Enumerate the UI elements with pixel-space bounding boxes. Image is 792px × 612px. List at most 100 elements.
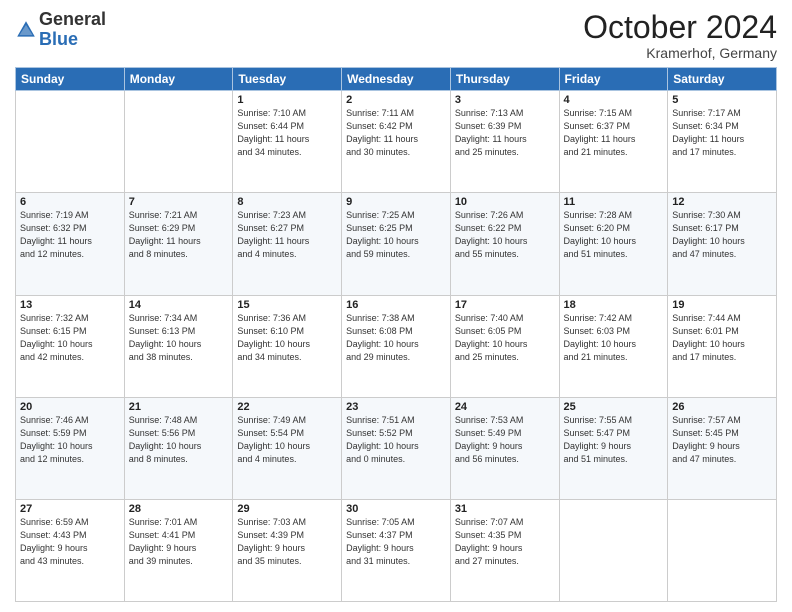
calendar-cell: 31Sunrise: 7:07 AM Sunset: 4:35 PM Dayli… (450, 499, 559, 601)
calendar-cell (668, 499, 777, 601)
day-number: 13 (20, 299, 120, 311)
calendar-cell (124, 91, 233, 193)
day-number: 21 (129, 401, 229, 413)
day-info: Sunrise: 6:59 AM Sunset: 4:43 PM Dayligh… (20, 516, 120, 568)
logo-blue: Blue (39, 29, 78, 49)
calendar-cell: 13Sunrise: 7:32 AM Sunset: 6:15 PM Dayli… (16, 295, 125, 397)
day-number: 1 (237, 94, 337, 106)
calendar-cell: 29Sunrise: 7:03 AM Sunset: 4:39 PM Dayli… (233, 499, 342, 601)
col-thursday: Thursday (450, 68, 559, 91)
title-block: October 2024 Kramerhof, Germany (583, 10, 777, 61)
calendar-week-3: 20Sunrise: 7:46 AM Sunset: 5:59 PM Dayli… (16, 397, 777, 499)
day-info: Sunrise: 7:01 AM Sunset: 4:41 PM Dayligh… (129, 516, 229, 568)
calendar-cell: 26Sunrise: 7:57 AM Sunset: 5:45 PM Dayli… (668, 397, 777, 499)
calendar-cell: 17Sunrise: 7:40 AM Sunset: 6:05 PM Dayli… (450, 295, 559, 397)
calendar-table: Sunday Monday Tuesday Wednesday Thursday… (15, 67, 777, 602)
calendar-week-2: 13Sunrise: 7:32 AM Sunset: 6:15 PM Dayli… (16, 295, 777, 397)
day-number: 15 (237, 299, 337, 311)
calendar-cell: 15Sunrise: 7:36 AM Sunset: 6:10 PM Dayli… (233, 295, 342, 397)
day-info: Sunrise: 7:48 AM Sunset: 5:56 PM Dayligh… (129, 414, 229, 466)
day-info: Sunrise: 7:17 AM Sunset: 6:34 PM Dayligh… (672, 107, 772, 159)
day-number: 20 (20, 401, 120, 413)
day-info: Sunrise: 7:49 AM Sunset: 5:54 PM Dayligh… (237, 414, 337, 466)
calendar-week-4: 27Sunrise: 6:59 AM Sunset: 4:43 PM Dayli… (16, 499, 777, 601)
day-number: 8 (237, 196, 337, 208)
calendar-cell: 18Sunrise: 7:42 AM Sunset: 6:03 PM Dayli… (559, 295, 668, 397)
day-info: Sunrise: 7:23 AM Sunset: 6:27 PM Dayligh… (237, 209, 337, 261)
day-info: Sunrise: 7:36 AM Sunset: 6:10 PM Dayligh… (237, 312, 337, 364)
calendar-cell: 9Sunrise: 7:25 AM Sunset: 6:25 PM Daylig… (342, 193, 451, 295)
day-number: 17 (455, 299, 555, 311)
day-info: Sunrise: 7:03 AM Sunset: 4:39 PM Dayligh… (237, 516, 337, 568)
day-info: Sunrise: 7:42 AM Sunset: 6:03 PM Dayligh… (564, 312, 664, 364)
calendar-cell: 25Sunrise: 7:55 AM Sunset: 5:47 PM Dayli… (559, 397, 668, 499)
day-info: Sunrise: 7:21 AM Sunset: 6:29 PM Dayligh… (129, 209, 229, 261)
day-info: Sunrise: 7:40 AM Sunset: 6:05 PM Dayligh… (455, 312, 555, 364)
calendar-cell: 23Sunrise: 7:51 AM Sunset: 5:52 PM Dayli… (342, 397, 451, 499)
day-number: 10 (455, 196, 555, 208)
day-number: 16 (346, 299, 446, 311)
day-number: 22 (237, 401, 337, 413)
day-info: Sunrise: 7:10 AM Sunset: 6:44 PM Dayligh… (237, 107, 337, 159)
calendar-cell: 21Sunrise: 7:48 AM Sunset: 5:56 PM Dayli… (124, 397, 233, 499)
day-info: Sunrise: 7:13 AM Sunset: 6:39 PM Dayligh… (455, 107, 555, 159)
day-info: Sunrise: 7:38 AM Sunset: 6:08 PM Dayligh… (346, 312, 446, 364)
day-number: 19 (672, 299, 772, 311)
day-info: Sunrise: 7:07 AM Sunset: 4:35 PM Dayligh… (455, 516, 555, 568)
day-number: 25 (564, 401, 664, 413)
calendar-cell: 11Sunrise: 7:28 AM Sunset: 6:20 PM Dayli… (559, 193, 668, 295)
location: Kramerhof, Germany (583, 45, 777, 61)
day-info: Sunrise: 7:19 AM Sunset: 6:32 PM Dayligh… (20, 209, 120, 261)
calendar-cell: 6Sunrise: 7:19 AM Sunset: 6:32 PM Daylig… (16, 193, 125, 295)
day-info: Sunrise: 7:26 AM Sunset: 6:22 PM Dayligh… (455, 209, 555, 261)
day-number: 27 (20, 503, 120, 515)
calendar-cell: 19Sunrise: 7:44 AM Sunset: 6:01 PM Dayli… (668, 295, 777, 397)
day-number: 11 (564, 196, 664, 208)
col-wednesday: Wednesday (342, 68, 451, 91)
header: General Blue October 2024 Kramerhof, Ger… (15, 10, 777, 61)
calendar-cell: 7Sunrise: 7:21 AM Sunset: 6:29 PM Daylig… (124, 193, 233, 295)
day-info: Sunrise: 7:55 AM Sunset: 5:47 PM Dayligh… (564, 414, 664, 466)
calendar-cell: 27Sunrise: 6:59 AM Sunset: 4:43 PM Dayli… (16, 499, 125, 601)
day-info: Sunrise: 7:53 AM Sunset: 5:49 PM Dayligh… (455, 414, 555, 466)
logo-text: General Blue (39, 10, 106, 50)
calendar-cell (559, 499, 668, 601)
calendar-cell: 5Sunrise: 7:17 AM Sunset: 6:34 PM Daylig… (668, 91, 777, 193)
calendar-cell: 8Sunrise: 7:23 AM Sunset: 6:27 PM Daylig… (233, 193, 342, 295)
day-number: 6 (20, 196, 120, 208)
calendar-cell: 14Sunrise: 7:34 AM Sunset: 6:13 PM Dayli… (124, 295, 233, 397)
day-number: 28 (129, 503, 229, 515)
day-number: 5 (672, 94, 772, 106)
day-number: 9 (346, 196, 446, 208)
calendar-week-1: 6Sunrise: 7:19 AM Sunset: 6:32 PM Daylig… (16, 193, 777, 295)
calendar-cell: 30Sunrise: 7:05 AM Sunset: 4:37 PM Dayli… (342, 499, 451, 601)
col-tuesday: Tuesday (233, 68, 342, 91)
day-number: 26 (672, 401, 772, 413)
logo: General Blue (15, 10, 106, 50)
calendar-cell: 28Sunrise: 7:01 AM Sunset: 4:41 PM Dayli… (124, 499, 233, 601)
day-number: 18 (564, 299, 664, 311)
day-number: 31 (455, 503, 555, 515)
calendar-cell: 12Sunrise: 7:30 AM Sunset: 6:17 PM Dayli… (668, 193, 777, 295)
day-info: Sunrise: 7:46 AM Sunset: 5:59 PM Dayligh… (20, 414, 120, 466)
col-monday: Monday (124, 68, 233, 91)
day-info: Sunrise: 7:05 AM Sunset: 4:37 PM Dayligh… (346, 516, 446, 568)
day-number: 4 (564, 94, 664, 106)
calendar-cell: 4Sunrise: 7:15 AM Sunset: 6:37 PM Daylig… (559, 91, 668, 193)
day-info: Sunrise: 7:30 AM Sunset: 6:17 PM Dayligh… (672, 209, 772, 261)
calendar-cell: 10Sunrise: 7:26 AM Sunset: 6:22 PM Dayli… (450, 193, 559, 295)
logo-icon (15, 19, 37, 41)
day-info: Sunrise: 7:25 AM Sunset: 6:25 PM Dayligh… (346, 209, 446, 261)
calendar-cell: 1Sunrise: 7:10 AM Sunset: 6:44 PM Daylig… (233, 91, 342, 193)
logo-general: General (39, 9, 106, 29)
calendar-cell: 22Sunrise: 7:49 AM Sunset: 5:54 PM Dayli… (233, 397, 342, 499)
day-info: Sunrise: 7:15 AM Sunset: 6:37 PM Dayligh… (564, 107, 664, 159)
calendar-week-0: 1Sunrise: 7:10 AM Sunset: 6:44 PM Daylig… (16, 91, 777, 193)
day-info: Sunrise: 7:32 AM Sunset: 6:15 PM Dayligh… (20, 312, 120, 364)
day-number: 14 (129, 299, 229, 311)
calendar-cell: 3Sunrise: 7:13 AM Sunset: 6:39 PM Daylig… (450, 91, 559, 193)
day-info: Sunrise: 7:51 AM Sunset: 5:52 PM Dayligh… (346, 414, 446, 466)
day-number: 23 (346, 401, 446, 413)
col-friday: Friday (559, 68, 668, 91)
calendar-cell: 2Sunrise: 7:11 AM Sunset: 6:42 PM Daylig… (342, 91, 451, 193)
